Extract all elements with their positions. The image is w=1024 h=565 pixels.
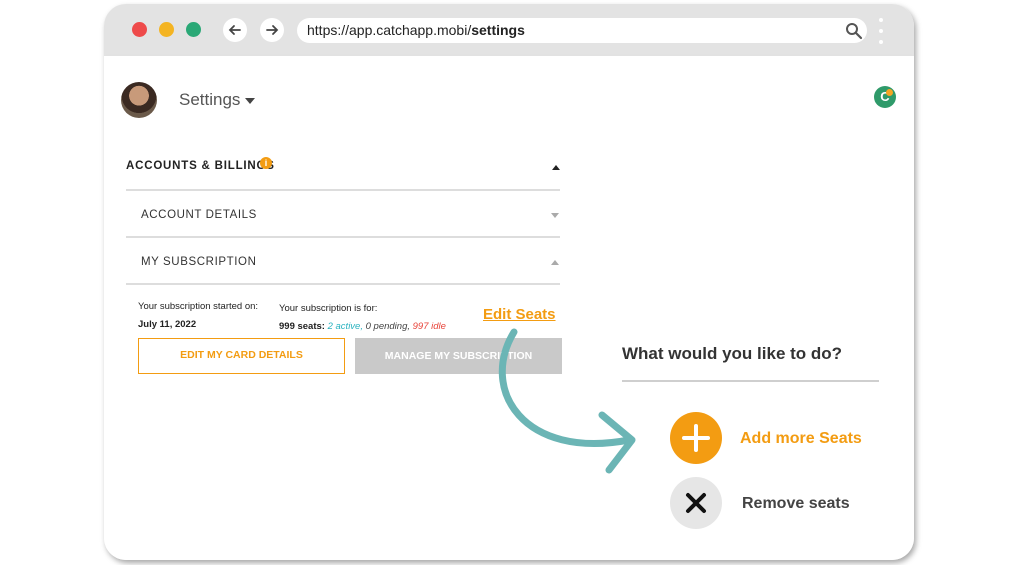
arrow-left-icon [228,25,241,35]
row-my-subscription[interactable]: MY SUBSCRIPTION [141,256,257,268]
curved-arrow-icon [498,328,636,474]
address-bar[interactable]: https://app.catchapp.mobi/settings [297,18,867,43]
edit-card-details-button[interactable]: EDIT MY CARD DETAILS [138,338,345,374]
settings-content: ACCOUNTS & BILLINGS i ACCOUNT DETAILS MY… [104,140,914,560]
section-accounts-billings[interactable]: ACCOUNTS & BILLINGS [126,160,275,172]
add-seats-label[interactable]: Add more Seats [740,430,862,448]
url-path: settings [471,22,525,38]
maximize-window-button[interactable] [186,22,201,37]
remove-seats-button[interactable] [670,477,722,529]
seats-count: 999 seats: [279,321,325,332]
close-window-button[interactable] [132,22,147,37]
divider [126,236,560,238]
logo-letter: C [880,89,890,104]
page-title[interactable]: Settings [179,90,240,110]
forward-button[interactable] [260,18,284,42]
row-account-details[interactable]: ACCOUNT DETAILS [141,209,257,221]
chevron-down-icon[interactable] [245,98,255,104]
avatar[interactable] [121,82,157,118]
divider [622,380,879,382]
remove-seats-label[interactable]: Remove seats [742,495,850,513]
seat-summary: 999 seats: 2 active, 0 pending, 997 idle [279,321,446,332]
expand-icon[interactable] [551,213,559,218]
active-count: 2 active, [327,321,363,332]
subscription-for-label: Your subscription is for: [279,303,378,314]
browser-window: https://app.catchapp.mobi/settings Setti… [104,4,914,560]
action-prompt: What would you like to do? [622,344,843,363]
info-icon[interactable]: i [260,157,272,169]
app-header: Settings [104,56,914,140]
collapse-icon[interactable] [551,260,559,265]
pending-count: 0 pending, [365,321,410,332]
app-logo: C [874,86,896,108]
arrow-right-icon [266,25,279,35]
minimize-window-button[interactable] [159,22,174,37]
idle-count: 997 idle [412,321,446,332]
divider [126,189,560,191]
browser-toolbar: https://app.catchapp.mobi/settings [104,4,914,56]
search-icon[interactable] [844,21,864,41]
url-prefix: https://app.catchapp.mobi/ [307,22,472,38]
divider [126,283,560,285]
collapse-icon[interactable] [552,165,560,170]
close-icon [686,493,706,513]
back-button[interactable] [223,18,247,42]
plus-icon [682,424,710,452]
browser-menu-icon[interactable] [878,18,884,44]
started-label: Your subscription started on: [138,301,259,312]
add-seats-button[interactable] [670,412,722,464]
started-date: July 11, 2022 [138,319,197,330]
